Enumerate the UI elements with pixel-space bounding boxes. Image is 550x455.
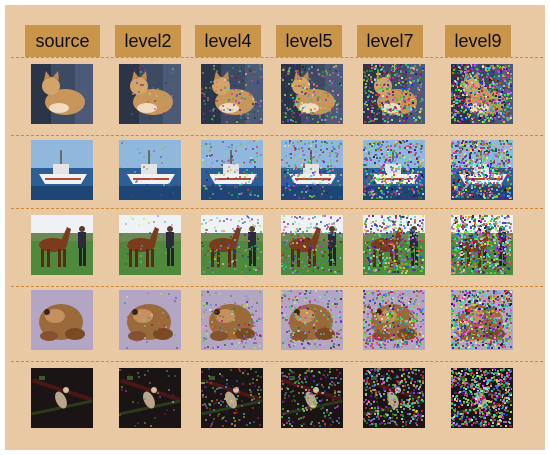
row-separator <box>11 57 543 58</box>
header-level4: level4 <box>195 25 261 57</box>
header-level2: level2 <box>115 25 181 57</box>
thumbnail-ship-level5 <box>281 140 343 200</box>
row-separator <box>11 361 543 362</box>
thumbnail-horse-level5 <box>281 215 343 275</box>
thumbnail-ship-level9 <box>451 140 513 200</box>
thumbnail-cat-level9 <box>451 64 513 124</box>
header-source: source <box>25 25 100 57</box>
thumbnail-ship-source <box>31 140 93 200</box>
thumbnail-ship-level2 <box>119 140 181 200</box>
thumbnail-cat-level7 <box>363 64 425 124</box>
thumbnail-frog-level9 <box>451 290 513 350</box>
thumbnail-frog-level5 <box>281 290 343 350</box>
thumbnail-bird-level7 <box>363 368 425 428</box>
thumbnail-frog-level7 <box>363 290 425 350</box>
figure-panel: source level2 level4 level5 level7 level… <box>5 5 545 450</box>
header-level5: level5 <box>276 25 342 57</box>
thumbnail-horse-level9 <box>451 215 513 275</box>
thumbnail-horse-level4 <box>201 215 263 275</box>
thumbnail-frog-source <box>31 290 93 350</box>
row-separator <box>11 135 543 136</box>
thumbnail-cat-level4 <box>201 64 263 124</box>
thumbnail-bird-source <box>31 368 93 428</box>
row-separator <box>11 286 543 287</box>
thumbnail-bird-level2 <box>119 368 181 428</box>
row-separator <box>11 208 543 209</box>
thumbnail-frog-level2 <box>119 290 181 350</box>
header-level9: level9 <box>445 25 511 57</box>
thumbnail-horse-level2 <box>119 215 181 275</box>
thumbnail-horse-level7 <box>363 215 425 275</box>
thumbnail-bird-level4 <box>201 368 263 428</box>
thumbnail-cat-level5 <box>281 64 343 124</box>
thumbnail-bird-level9 <box>451 368 513 428</box>
thumbnail-bird-level5 <box>281 368 343 428</box>
header-level7: level7 <box>357 25 423 57</box>
thumbnail-ship-level4 <box>201 140 263 200</box>
thumbnail-ship-level7 <box>363 140 425 200</box>
thumbnail-horse-source <box>31 215 93 275</box>
thumbnail-frog-level4 <box>201 290 263 350</box>
thumbnail-cat-source <box>31 64 93 124</box>
thumbnail-cat-level2 <box>119 64 181 124</box>
